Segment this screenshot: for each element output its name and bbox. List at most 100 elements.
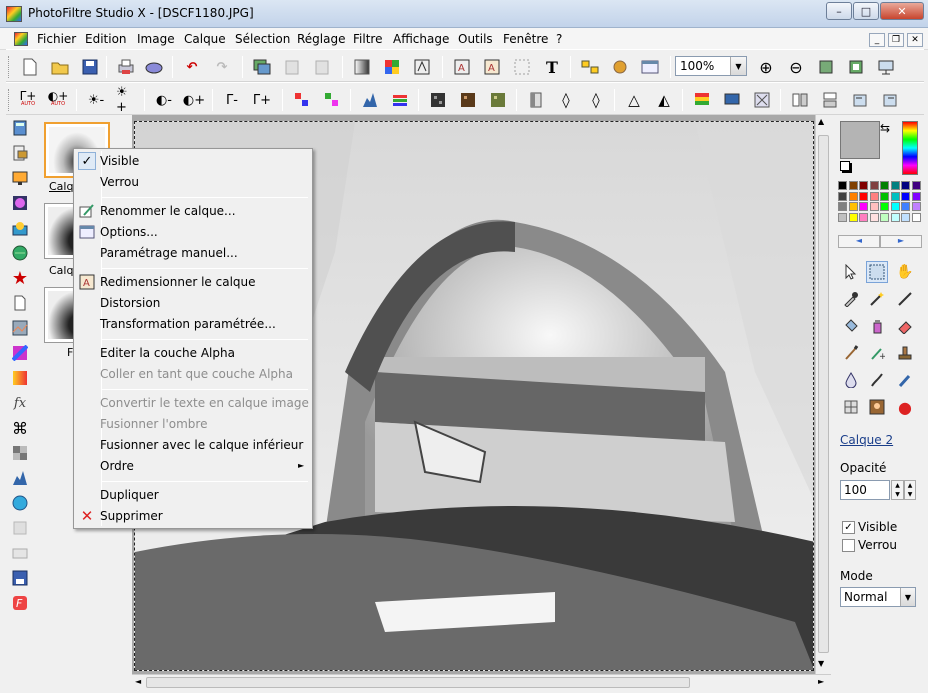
actual-size-icon[interactable] bbox=[846, 57, 866, 77]
maximize-button[interactable]: □ bbox=[853, 2, 879, 20]
color-balance-icon[interactable] bbox=[390, 90, 410, 110]
scroll-left-icon[interactable]: ◄ bbox=[135, 677, 141, 686]
redo-icon[interactable]: ↷ bbox=[212, 57, 232, 77]
grayscale-icon[interactable] bbox=[352, 57, 372, 77]
menu-help[interactable]: ? bbox=[556, 32, 562, 46]
automate-icon[interactable] bbox=[640, 57, 660, 77]
close-button[interactable]: ✕ bbox=[880, 2, 924, 20]
triangle-shaded-icon[interactable]: ◭ bbox=[654, 90, 674, 110]
minimize-button[interactable]: – bbox=[826, 2, 852, 20]
strawberry-icon[interactable]: ● bbox=[894, 396, 916, 418]
vertical-gradient-icon[interactable] bbox=[526, 90, 546, 110]
horizontal-scrollbar[interactable]: ◄ ► bbox=[132, 674, 831, 690]
menu-item-duplicate[interactable]: Dupliquer bbox=[100, 488, 159, 502]
circle-tool-icon[interactable] bbox=[10, 493, 30, 513]
zoom-dropdown-icon[interactable]: ▼ bbox=[730, 57, 746, 75]
palette-swatch[interactable] bbox=[838, 181, 847, 190]
rotate-right-icon[interactable] bbox=[880, 90, 900, 110]
hue-slider[interactable] bbox=[902, 121, 918, 175]
visible-checkbox[interactable]: ✓ bbox=[842, 521, 855, 534]
cloverleaf-icon[interactable]: ⌘ bbox=[10, 418, 30, 438]
text-tool-icon[interactable]: T bbox=[542, 57, 562, 77]
disabled-tool-icon[interactable] bbox=[10, 518, 30, 538]
triangle-icon[interactable]: △ bbox=[624, 90, 644, 110]
scanner-icon[interactable] bbox=[10, 543, 30, 563]
photofiltre-logo-icon[interactable]: F bbox=[10, 593, 30, 613]
palette-swatch[interactable] bbox=[838, 191, 847, 201]
smudge-icon[interactable] bbox=[866, 369, 888, 391]
gradient-pattern-icon[interactable] bbox=[10, 343, 30, 363]
palette-swatch[interactable] bbox=[880, 181, 889, 190]
menu-reglage[interactable]: Réglage bbox=[297, 32, 346, 46]
scroll-up-icon[interactable]: ▲ bbox=[818, 117, 824, 126]
menu-item-merge-down[interactable]: Fusionner avec le calque inférieur bbox=[100, 438, 303, 452]
menu-item-rename-layer[interactable]: Renommer le calque... bbox=[100, 204, 236, 218]
menu-item-lock[interactable]: Verrou bbox=[100, 175, 139, 189]
save-icon[interactable] bbox=[80, 57, 100, 77]
star-icon[interactable]: ★ bbox=[10, 268, 30, 289]
default-colors-icon[interactable] bbox=[840, 161, 850, 171]
palette-swatch[interactable] bbox=[880, 202, 889, 211]
menu-item-edit-alpha[interactable]: Editer la couche Alpha bbox=[100, 346, 235, 360]
palette-swatch[interactable] bbox=[880, 212, 889, 222]
selection-icon[interactable] bbox=[512, 57, 532, 77]
vertical-scroll-thumb[interactable] bbox=[818, 135, 829, 653]
menu-outils[interactable]: Outils bbox=[458, 32, 493, 46]
menu-filtre[interactable]: Filtre bbox=[353, 32, 382, 46]
palette-swatch[interactable] bbox=[869, 181, 879, 190]
brightness-minus-icon[interactable]: ☀- bbox=[86, 90, 106, 110]
magic-wand-icon[interactable] bbox=[866, 288, 888, 310]
mode-dropdown-icon[interactable]: ▼ bbox=[900, 588, 915, 606]
histogram-tool-icon[interactable] bbox=[10, 468, 30, 488]
color-grid-icon[interactable] bbox=[382, 57, 402, 77]
palette-swatch[interactable] bbox=[890, 181, 900, 190]
mask-icon[interactable] bbox=[10, 218, 30, 238]
formula-icon[interactable]: fx bbox=[10, 393, 30, 413]
paste-new-icon[interactable] bbox=[312, 57, 332, 77]
transform-icon[interactable] bbox=[412, 57, 432, 77]
palette-swatch[interactable] bbox=[848, 181, 858, 190]
zoom-in-icon[interactable]: ⊕ bbox=[756, 57, 776, 77]
mosaic-green-icon[interactable] bbox=[488, 90, 508, 110]
calculator-icon[interactable] bbox=[10, 118, 30, 138]
document-icon[interactable] bbox=[14, 32, 28, 46]
palette-swatch[interactable] bbox=[838, 212, 847, 222]
fit-image-icon[interactable] bbox=[816, 57, 836, 77]
menu-fenetre[interactable]: Fenêtre bbox=[503, 32, 548, 46]
menu-affichage[interactable]: Affichage bbox=[393, 32, 449, 46]
globe-icon[interactable] bbox=[10, 243, 30, 263]
sharpen-drop-icon[interactable]: ◊ bbox=[586, 90, 606, 110]
clone-photo-icon[interactable] bbox=[866, 396, 888, 418]
floppy-icon[interactable] bbox=[10, 568, 30, 588]
texture-icon[interactable] bbox=[10, 318, 30, 338]
palette-next-icon[interactable]: ► bbox=[880, 235, 922, 248]
menu-image[interactable]: Image bbox=[137, 32, 175, 46]
open-folder-icon[interactable] bbox=[50, 57, 70, 77]
gamma-plus-icon[interactable]: Γ+ bbox=[252, 90, 272, 110]
menu-selection[interactable]: Sélection bbox=[235, 32, 290, 46]
gamma-minus-icon[interactable]: Γ- bbox=[222, 90, 242, 110]
menu-item-visible[interactable]: Visible bbox=[100, 154, 139, 168]
contrast-minus-icon[interactable]: ◐- bbox=[154, 90, 174, 110]
menu-fichier[interactable]: Fichier bbox=[37, 32, 76, 46]
brush-icon[interactable] bbox=[840, 342, 862, 364]
foreground-color-swatch[interactable] bbox=[840, 121, 880, 159]
menu-edition[interactable]: Edition bbox=[85, 32, 127, 46]
screen-icon[interactable] bbox=[722, 90, 742, 110]
opacity-spinner-2[interactable]: ▲ ▼ bbox=[904, 480, 916, 500]
palette-swatch[interactable] bbox=[848, 212, 858, 222]
distort-icon[interactable] bbox=[752, 90, 772, 110]
mdi-minimize-button[interactable]: _ bbox=[869, 33, 885, 47]
selection-tool-icon[interactable] bbox=[866, 261, 888, 283]
deform-brush-icon[interactable] bbox=[894, 369, 916, 391]
rotate-left-icon[interactable] bbox=[850, 90, 870, 110]
spray-icon[interactable] bbox=[866, 315, 888, 337]
layer-options-icon[interactable]: A bbox=[452, 57, 472, 77]
opacity-input[interactable]: 100 bbox=[840, 480, 890, 500]
mdi-restore-button[interactable]: ❐ bbox=[888, 33, 904, 47]
hand-tool-icon[interactable]: ✋ bbox=[894, 261, 916, 283]
lock-checkbox[interactable] bbox=[842, 539, 855, 552]
palette-swatch[interactable] bbox=[848, 191, 858, 201]
menu-item-distortion[interactable]: Distorsion bbox=[100, 296, 160, 310]
blur-tool-icon[interactable] bbox=[840, 369, 862, 391]
